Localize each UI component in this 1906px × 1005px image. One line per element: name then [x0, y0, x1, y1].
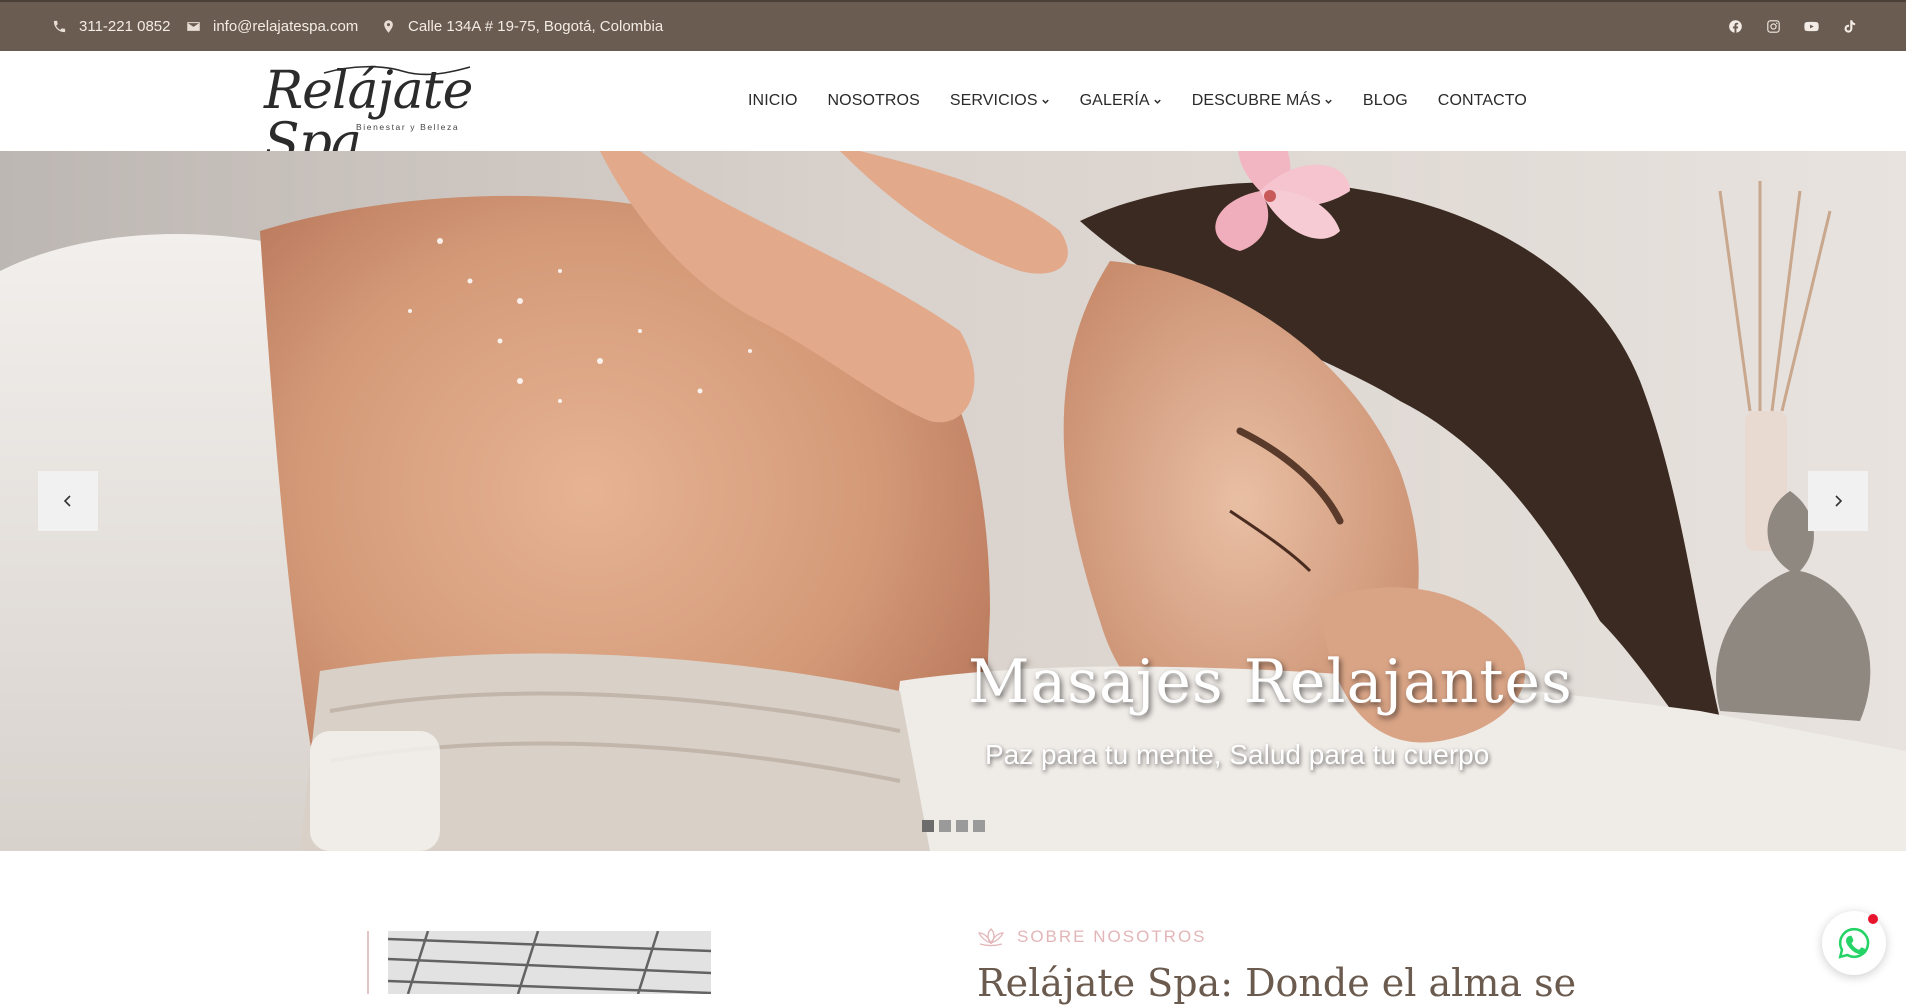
nav-label: NOSOTROS	[827, 92, 920, 109]
nav-label: BLOG	[1362, 92, 1408, 109]
slider-dot-4[interactable]	[973, 820, 985, 832]
nav-item-descubre-mas[interactable]: DESCUBRE MÁS	[1192, 92, 1333, 110]
chevron-right-icon	[1835, 495, 1843, 507]
email-text: info@relajatespa.com	[213, 18, 359, 35]
site-logo[interactable]: Relájate Spa Bienestar y Belleza	[264, 65, 509, 169]
whatsapp-icon	[1838, 927, 1870, 959]
lotus-icon	[977, 928, 1005, 947]
nav-label: GALERÍA	[1079, 92, 1150, 109]
social-links	[1727, 2, 1858, 51]
about-eyebrow-text: SOBRE NOSOTROS	[1017, 927, 1207, 946]
phone-contact[interactable]: 311-221 0852	[52, 2, 170, 51]
nav-item-servicios[interactable]: SERVICIOS	[950, 92, 1050, 110]
about-eyebrow: SOBRE NOSOTROS	[977, 927, 1207, 947]
nav-item-galeria[interactable]: GALERÍA	[1080, 92, 1162, 110]
hero-subtitle: Paz para tu mente, Salud para tu cuerpo	[985, 739, 1490, 770]
nav-label: CONTACTO	[1437, 92, 1527, 109]
tiktok-icon[interactable]	[1841, 18, 1858, 35]
slider-dot-3[interactable]	[956, 820, 968, 832]
whatsapp-chat-button[interactable]	[1822, 911, 1886, 975]
slider-next-button[interactable]	[1808, 471, 1868, 531]
slider-pagination	[922, 820, 985, 832]
nav-item-contacto[interactable]: CONTACTO	[1438, 92, 1527, 110]
site-header: Relájate Spa Bienestar y Belleza INICIO …	[0, 51, 1906, 169]
address-contact: Calle 134A # 19-75, Bogotá, Colombia	[381, 2, 663, 51]
phone-text: 311-221 0852	[79, 18, 171, 35]
address-text: Calle 134A # 19-75, Bogotá, Colombia	[408, 18, 664, 35]
chevron-down-icon	[1324, 97, 1333, 106]
facebook-icon[interactable]	[1727, 18, 1744, 35]
hero-massage-image	[0, 151, 1906, 851]
slider-dot-2[interactable]	[939, 820, 951, 832]
nav-label: INICIO	[748, 92, 798, 109]
nav-item-nosotros[interactable]: NOSOTROS	[828, 92, 920, 110]
slider-dot-1[interactable]	[922, 820, 934, 832]
phone-icon	[53, 20, 66, 33]
about-section: SOBRE NOSOTROS Relájate Spa: Donde el al…	[0, 851, 1906, 1005]
about-heading: Relájate Spa: Donde el alma se	[977, 961, 1577, 1005]
ceiling-image	[388, 931, 711, 994]
decorative-divider	[367, 931, 369, 994]
nav-label: DESCUBRE MÁS	[1191, 92, 1321, 109]
youtube-icon[interactable]	[1803, 18, 1820, 35]
notification-badge	[1868, 914, 1878, 924]
envelope-icon	[187, 22, 200, 31]
hero-slider: Masajes Relajantes Paz para tu mente, Sa…	[0, 151, 1906, 851]
chevron-left-icon	[63, 495, 71, 507]
chevron-down-icon	[1153, 97, 1162, 106]
slider-prev-button[interactable]	[38, 471, 98, 531]
logo-tagline: Bienestar y Belleza	[356, 122, 460, 132]
email-contact[interactable]: info@relajatespa.com	[186, 2, 358, 51]
hero-title: Masajes Relajantes	[968, 647, 1573, 717]
instagram-icon[interactable]	[1765, 18, 1782, 35]
nav-item-blog[interactable]: BLOG	[1363, 92, 1408, 110]
about-image	[388, 931, 711, 994]
nav-item-inicio[interactable]: INICIO	[748, 92, 798, 110]
nav-label: SERVICIOS	[949, 92, 1038, 109]
location-pin-icon	[384, 20, 393, 33]
top-contact-bar: 311-221 0852 info@relajatespa.com Calle …	[0, 0, 1906, 51]
main-nav: INICIO NOSOTROS SERVICIOS GALERÍA DESCUB…	[748, 51, 1527, 151]
chevron-down-icon	[1041, 97, 1050, 106]
